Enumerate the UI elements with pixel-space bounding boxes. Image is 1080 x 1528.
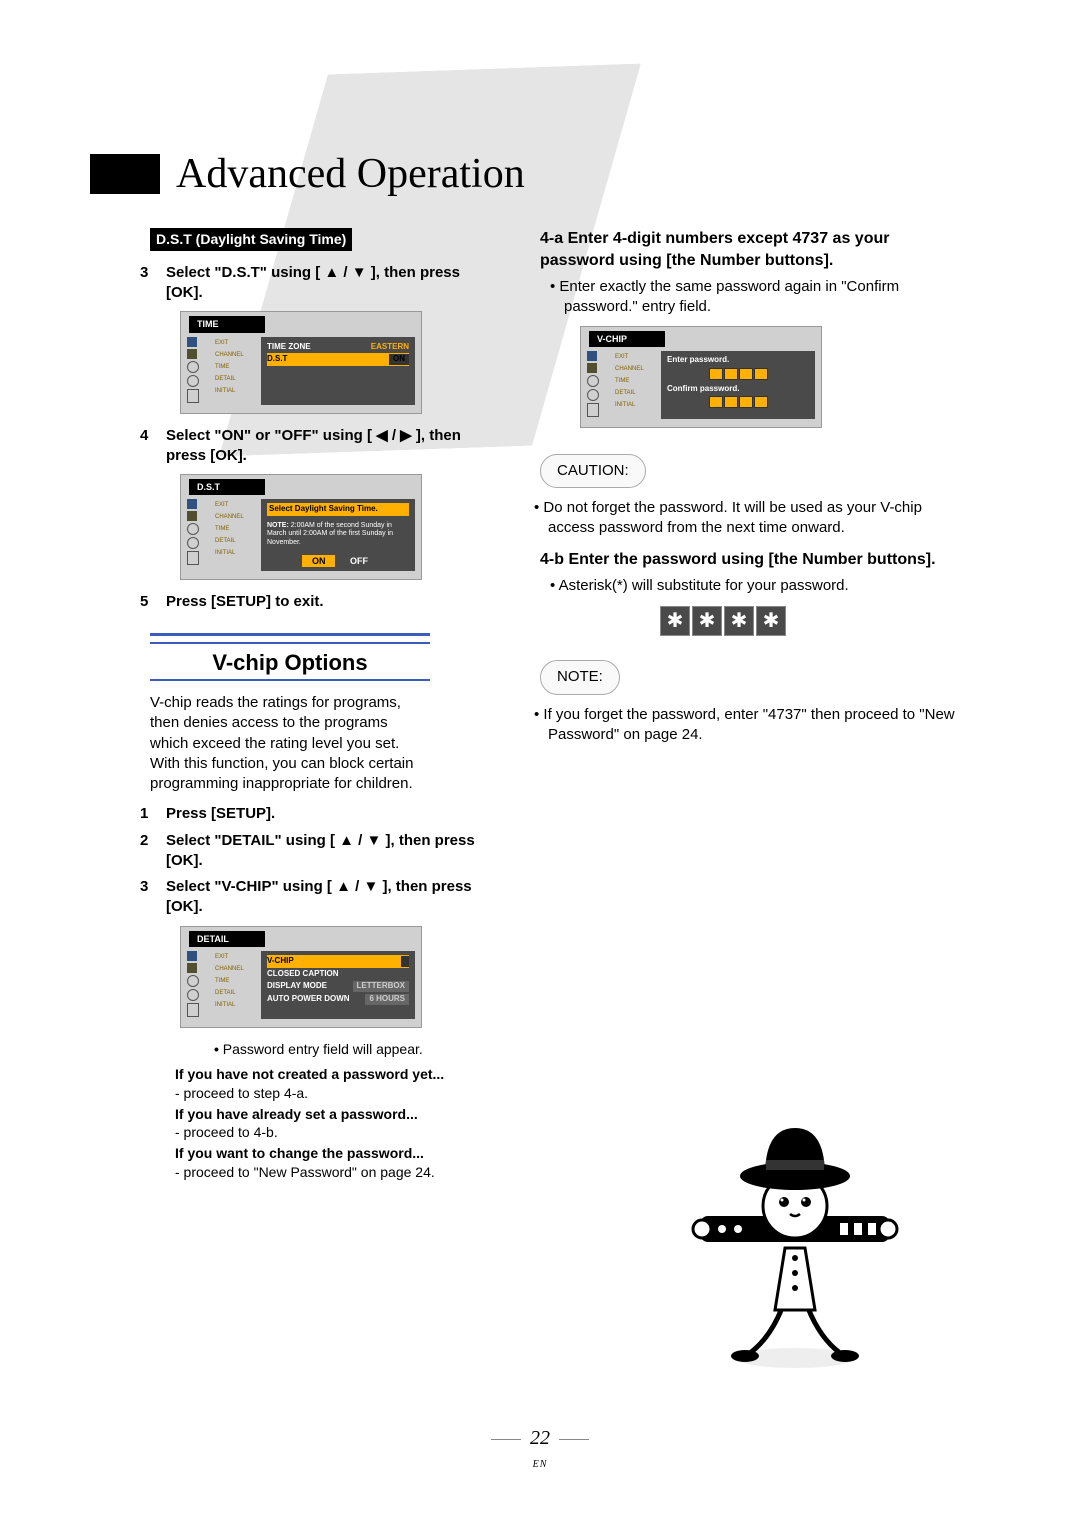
- bullet-4a: Enter exactly the same password again in…: [564, 277, 960, 318]
- proceed-new-pw: - proceed to "New Password" on page 24.: [175, 1163, 500, 1182]
- step-5-text: Press [SETUP] to exit.: [166, 592, 500, 612]
- proceed-4a: - proceed to step 4-a.: [175, 1084, 500, 1103]
- dst-badge: D.S.T (Daylight Saving Time): [150, 228, 352, 251]
- osd-dst-title: D.S.T: [189, 479, 265, 495]
- osd-vchip-pw: V-CHIP EXIT CHANNEL TIME DETAIL INITIAL …: [580, 326, 822, 428]
- step-4a: 4-a Enter 4-digit numbers except 4737 as…: [540, 228, 940, 271]
- vstep2-text: Select "DETAIL" using [ ▲ / ▼ ], then pr…: [166, 831, 500, 872]
- section-rule-top: [150, 633, 430, 644]
- row-timezone: TIME ZONEEASTERN: [267, 341, 409, 354]
- step-3-text: Select "D.S.T" using [ ▲ / ▼ ], then pre…: [166, 263, 500, 304]
- vchip-intro: V-chip reads the ratings for programs, t…: [150, 693, 430, 794]
- vstep3-num: 3: [140, 877, 166, 918]
- page-number: 22: [530, 1427, 550, 1449]
- step-4b: 4-b Enter the password using [the Number…: [540, 549, 940, 571]
- page-header: Advanced Operation: [90, 150, 960, 198]
- osd-time: TIME EXIT CHANNEL TIME DETAIL INITIAL TI…: [180, 311, 422, 413]
- row-auto-power: AUTO POWER DOWN6 HOURS: [267, 993, 409, 1006]
- step-5-num: 5: [140, 592, 166, 612]
- left-column: D.S.T (Daylight Saving Time) 3 Select "D…: [80, 228, 500, 1182]
- vstep1-text: Press [SETUP].: [166, 804, 500, 824]
- enter-pw-label: Enter password.: [667, 355, 809, 366]
- osd-side-icons: [187, 337, 209, 403]
- osd-side-labels: EXIT CHANNEL TIME DETAIL INITIAL: [615, 351, 655, 411]
- step-4: 4 Select "ON" or "OFF" using [ ◀ / ▶ ], …: [140, 426, 500, 467]
- step-5: 5 Press [SETUP] to exit.: [140, 592, 500, 612]
- ast-4: ✱: [756, 606, 786, 636]
- osd-side-icons: [187, 951, 209, 1017]
- enter-pw-boxes: [667, 368, 809, 380]
- pw-field-appear: Password entry field will appear.: [190, 1040, 500, 1059]
- ast-3: ✱: [724, 606, 754, 636]
- proceed-4b: - proceed to 4-b.: [175, 1123, 500, 1142]
- osd-vchip-content: Enter password. Confirm password.: [661, 351, 815, 419]
- dst-off: OFF: [344, 555, 374, 567]
- dst-on-off: ON OFF: [267, 555, 409, 567]
- vchip-step-1: 1 Press [SETUP].: [140, 804, 500, 824]
- note-text: If you forget the password, enter "4737"…: [548, 705, 960, 746]
- right-column: 4-a Enter 4-digit numbers except 4737 as…: [540, 228, 960, 1182]
- osd-detail-title: DETAIL: [189, 931, 265, 947]
- osd-time-content: TIME ZONEEASTERN D.S.TON: [261, 337, 415, 405]
- dst-note: NOTE: 2:00AM of the second Sunday in Mar…: [267, 522, 409, 547]
- step-3-num: 3: [140, 263, 166, 304]
- caution-text: Do not forget the password. It will be u…: [548, 498, 960, 539]
- step-4-text: Select "ON" or "OFF" using [ ◀ / ▶ ], th…: [166, 426, 500, 467]
- dst-on: ON: [302, 555, 336, 567]
- asterisk-boxes: ✱ ✱ ✱ ✱: [660, 606, 960, 636]
- osd-detail-content: V-CHIP CLOSED CAPTION DISPLAY MODELETTER…: [261, 951, 415, 1019]
- osd-time-title: TIME: [189, 316, 265, 332]
- osd-vchip-title: V-CHIP: [589, 331, 665, 347]
- confirm-pw-label: Confirm password.: [667, 384, 809, 395]
- osd-side-labels: EXIT CHANNEL TIME DETAIL INITIAL: [215, 337, 255, 397]
- row-cc: CLOSED CAPTION: [267, 968, 409, 981]
- caution-badge: CAUTION:: [540, 454, 646, 488]
- row-dst: D.S.TON: [267, 353, 409, 366]
- osd-side-icons: [187, 499, 209, 565]
- page-title: Advanced Operation: [176, 150, 525, 198]
- vstep2-num: 2: [140, 831, 166, 872]
- dst-banner: Select Daylight Saving Time.: [267, 503, 409, 516]
- row-display-mode: DISPLAY MODELETTERBOX: [267, 980, 409, 993]
- osd-detail: DETAIL EXIT CHANNEL TIME DETAIL INITIAL …: [180, 926, 422, 1028]
- osd-side-icons: [587, 351, 609, 417]
- if-already-set: If you have already set a password...: [175, 1105, 500, 1124]
- ast-1: ✱: [660, 606, 690, 636]
- osd-side-labels: EXIT CHANNEL TIME DETAIL INITIAL: [215, 499, 255, 559]
- header-block-rect: [90, 154, 160, 194]
- bullet-4b: Asterisk(*) will substitute for your pas…: [564, 576, 960, 596]
- osd-dst-content: Select Daylight Saving Time. NOTE: 2:00A…: [261, 499, 415, 571]
- vchip-step-2: 2 Select "DETAIL" using [ ▲ / ▼ ], then …: [140, 831, 500, 872]
- if-not-created: If you have not created a password yet..…: [175, 1065, 500, 1084]
- vchip-section-title: V-chip Options: [80, 648, 500, 678]
- osd-dst: D.S.T EXIT CHANNEL TIME DETAIL INITIAL S…: [180, 474, 422, 580]
- page-footer: 22 EN: [0, 1427, 1080, 1473]
- ast-2: ✱: [692, 606, 722, 636]
- step-3: 3 Select "D.S.T" using [ ▲ / ▼ ], then p…: [140, 263, 500, 304]
- if-change-pw: If you want to change the password...: [175, 1144, 500, 1163]
- step-4-num: 4: [140, 426, 166, 467]
- note-badge: NOTE:: [540, 660, 620, 694]
- vstep3-text: Select "V-CHIP" using [ ▲ / ▼ ], then pr…: [166, 877, 500, 918]
- bullet-pw-appear: Password entry field will appear.: [230, 1040, 500, 1059]
- row-vchip: V-CHIP: [267, 955, 409, 968]
- mascot-illustration: [690, 1098, 900, 1378]
- section-rule-bottom: [150, 679, 430, 681]
- vstep1-num: 1: [140, 804, 166, 824]
- confirm-pw-boxes: [667, 396, 809, 408]
- osd-side-labels: EXIT CHANNEL TIME DETAIL INITIAL: [215, 951, 255, 1011]
- page-lang: EN: [533, 1459, 548, 1470]
- vchip-step-3: 3 Select "V-CHIP" using [ ▲ / ▼ ], then …: [140, 877, 500, 918]
